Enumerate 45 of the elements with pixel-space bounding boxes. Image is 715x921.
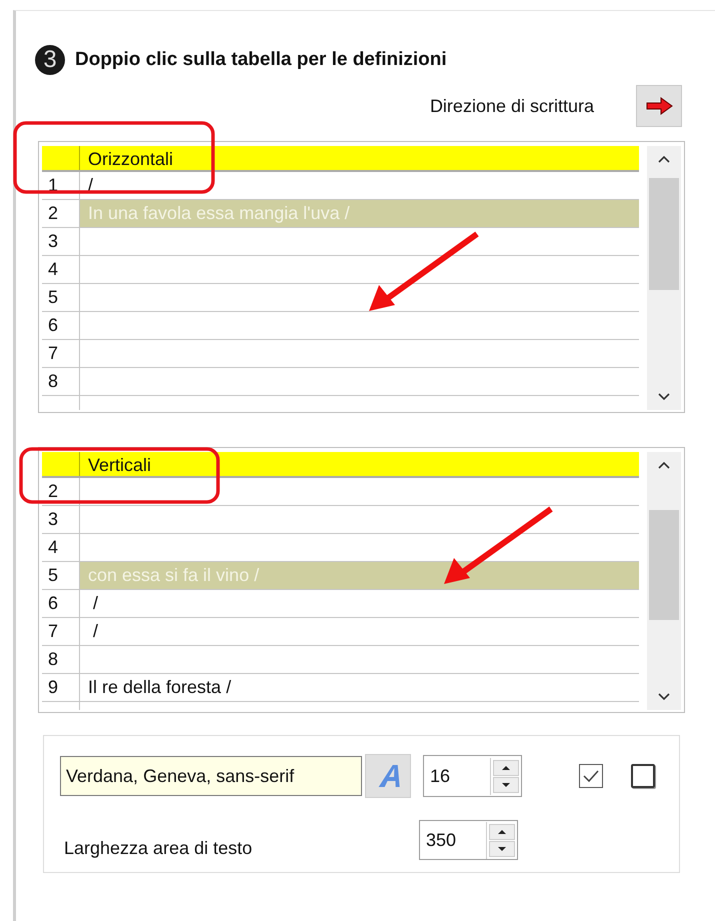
- table-cell[interactable]: /: [80, 172, 639, 199]
- column-header: Verticali: [87, 454, 152, 476]
- font-button[interactable]: [365, 754, 411, 798]
- font-field[interactable]: Verdana, Geneva, sans-serif: [60, 756, 362, 796]
- scroll-up-icon: [657, 460, 671, 470]
- row-number: 8: [42, 368, 80, 395]
- row-number: 8: [42, 646, 80, 673]
- row-number: 6: [42, 312, 80, 339]
- checkbox[interactable]: [631, 764, 655, 788]
- column-header: Orizzontali: [87, 148, 174, 170]
- table-cell[interactable]: Il re della foresta /: [80, 674, 639, 701]
- right-arrow-icon: [645, 97, 673, 115]
- direction-button[interactable]: [636, 85, 682, 127]
- scroll-thumb[interactable]: [649, 178, 679, 290]
- row-number: 2: [42, 478, 80, 505]
- step-badge: 3: [35, 45, 65, 75]
- row-number: 4: [42, 256, 80, 283]
- row-number: 3: [42, 506, 80, 533]
- row-number: 4: [42, 534, 80, 561]
- row-number: 5: [42, 284, 80, 311]
- row-number: 6: [42, 590, 80, 617]
- scrollbar[interactable]: [647, 146, 681, 410]
- font-size-spinner[interactable]: 16: [423, 755, 522, 797]
- scroll-thumb[interactable]: [649, 510, 679, 620]
- font-icon: [376, 763, 400, 789]
- scrollbar[interactable]: [647, 452, 681, 710]
- row-number: 7: [42, 340, 80, 367]
- spin-down-icon: [489, 840, 515, 856]
- scroll-down-icon: [657, 692, 671, 702]
- spin-up-icon: [489, 824, 515, 840]
- width-spinner[interactable]: 350: [419, 820, 518, 860]
- section-title: Doppio clic sulla tabella per le definizioni: [75, 49, 447, 71]
- spin-down-icon: [493, 776, 519, 792]
- table-cell[interactable]: /: [80, 618, 639, 645]
- direction-label: Direzione di scrittura: [430, 96, 594, 116]
- scroll-up-icon: [657, 154, 671, 164]
- scroll-down-icon: [657, 392, 671, 402]
- row-number: 3: [42, 228, 80, 255]
- row-number: 7: [42, 618, 80, 645]
- width-label: Larghezza area di testo: [63, 838, 254, 858]
- check-icon: [582, 769, 600, 783]
- checkbox[interactable]: [579, 764, 603, 788]
- spin-up-icon: [493, 760, 519, 776]
- row-number: 9: [42, 674, 80, 701]
- table-cell[interactable]: /: [80, 590, 639, 617]
